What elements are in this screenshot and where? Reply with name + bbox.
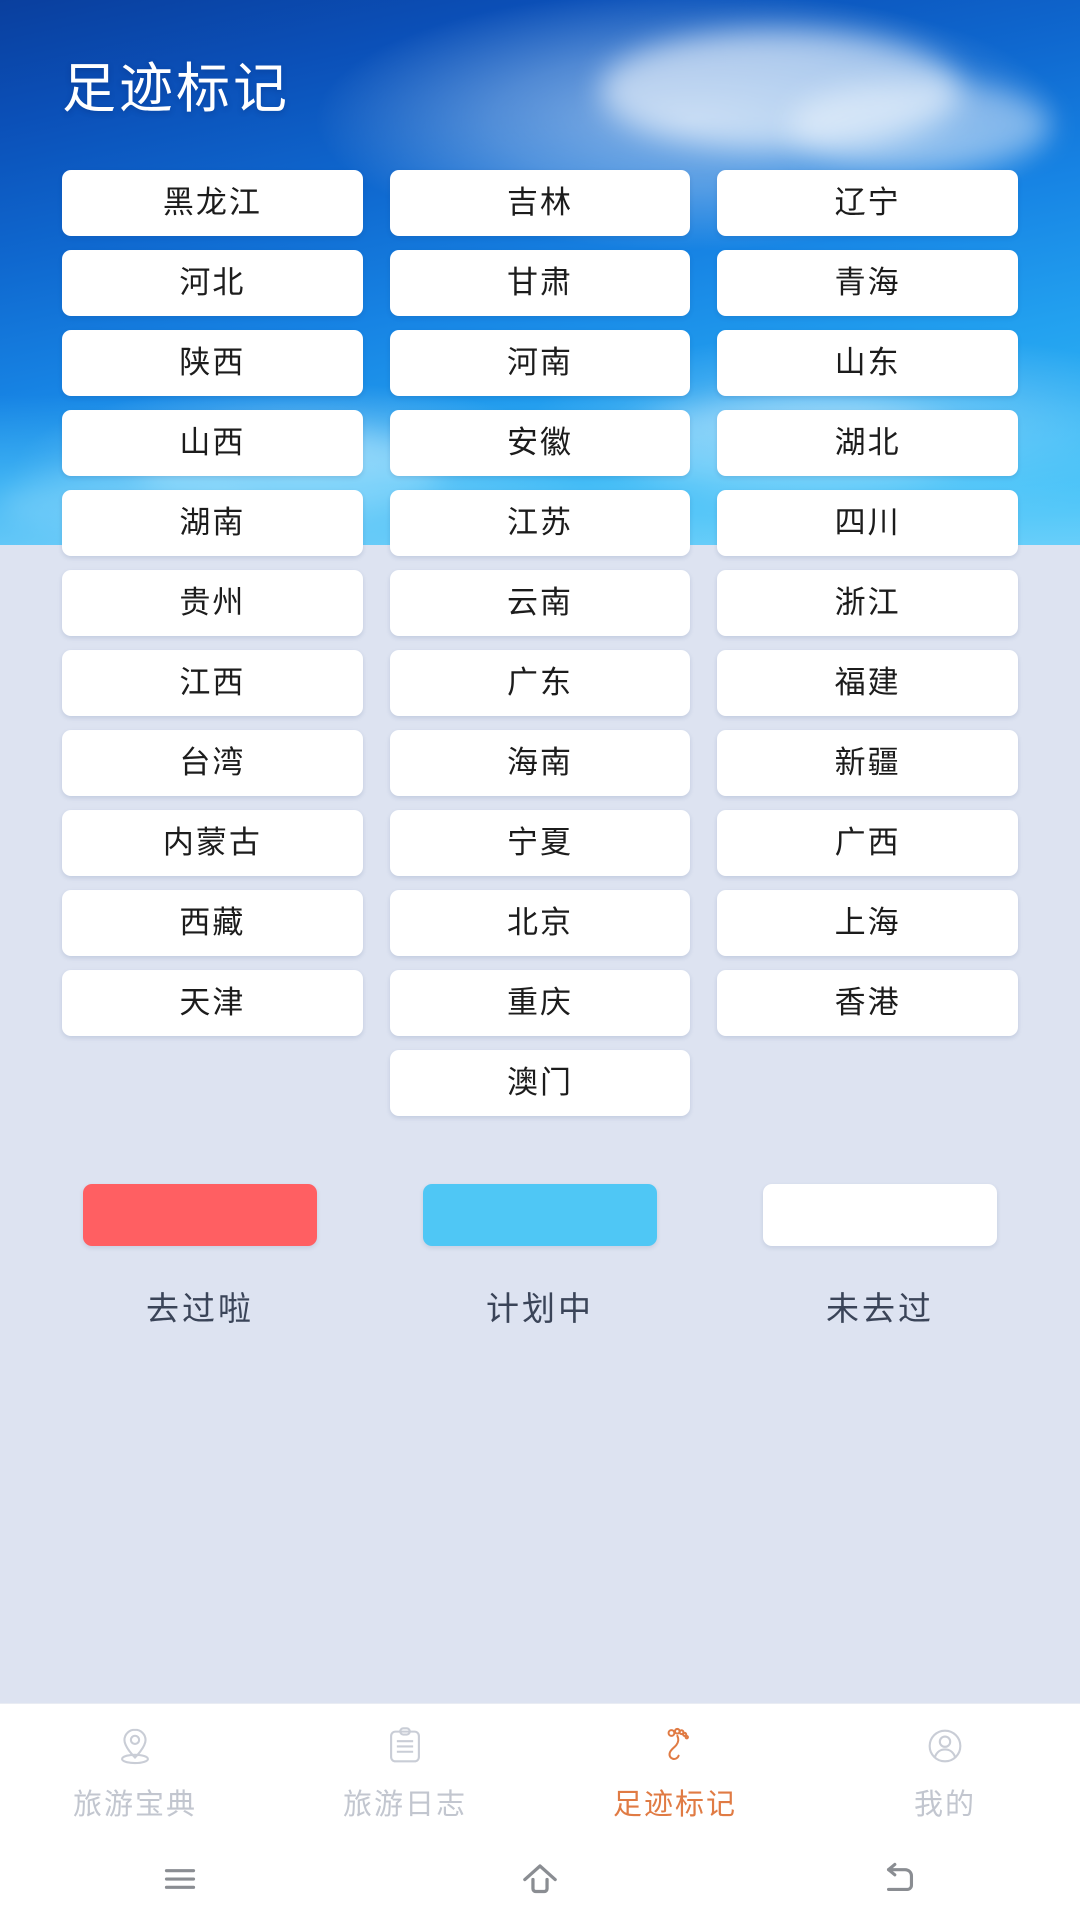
province-button[interactable]: 宁夏 (389, 809, 691, 876)
main-content: 足迹标记 黑龙江 吉林 辽宁河北 甘肃 青海陕西 河南 山东山西 安徽 湖北湖南 江苏 四川贵州 云南… (0, 0, 1080, 1703)
bottom-tab-bar: 旅游宝典 旅游日志 足迹标记 我的 (0, 1703, 1080, 1838)
province-button[interactable]: 北京 (389, 889, 691, 956)
app-root: 足迹标记 黑龙江 吉林 辽宁河北 甘肃 青海陕西 河南 山东山西 安徽 湖北湖南 江苏 四川贵州 云南… (0, 0, 1080, 1920)
clipboard-icon (379, 1720, 431, 1772)
legend-swatch (763, 1183, 997, 1246)
province-button[interactable]: 青海 (717, 249, 1018, 316)
province-button[interactable]: 黑龙江 (62, 169, 363, 236)
legend-item: 计划中 (370, 1183, 710, 1330)
legend-label: 未去过 (826, 1289, 934, 1327)
legend-swatch (83, 1183, 317, 1246)
province-button[interactable]: 河北 (62, 249, 363, 316)
legend-swatch (423, 1183, 657, 1246)
province-button[interactable]: 福建 (717, 649, 1018, 716)
tab-label: 足迹标记 (612, 1788, 737, 1821)
province-button[interactable]: 重庆 (389, 969, 691, 1036)
menu-icon[interactable] (0, 1838, 360, 1920)
province-button[interactable]: 吉林 (389, 169, 691, 236)
back-icon[interactable] (720, 1838, 1080, 1920)
province-button[interactable]: 内蒙古 (62, 809, 363, 876)
tab-label: 旅游日志 (342, 1788, 467, 1821)
province-button[interactable]: 香港 (717, 969, 1018, 1036)
tab-label: 我的 (913, 1788, 976, 1821)
province-button[interactable]: 西藏 (62, 889, 363, 956)
province-button[interactable]: 陕西 (62, 329, 363, 396)
footprint-icon (649, 1720, 701, 1772)
province-button[interactable]: 海南 (389, 729, 691, 796)
province-button[interactable]: 河南 (389, 329, 691, 396)
province-button[interactable]: 江西 (62, 649, 363, 716)
province-button[interactable]: 云南 (389, 569, 691, 636)
province-button[interactable]: 甘肃 (389, 249, 691, 316)
province-button[interactable]: 湖南 (62, 489, 363, 556)
tab-travel-journal[interactable]: 旅游日志 (270, 1704, 540, 1838)
location-pin-icon (109, 1720, 161, 1772)
tab-label: 旅游宝典 (72, 1788, 197, 1821)
legend-item: 去过啦 (30, 1183, 370, 1330)
province-button[interactable]: 江苏 (389, 489, 691, 556)
province-button[interactable]: 广西 (717, 809, 1018, 876)
province-button[interactable]: 新疆 (717, 729, 1018, 796)
legend-label: 去过啦 (146, 1289, 254, 1327)
legend-item: 未去过 (710, 1183, 1050, 1330)
province-grid: 黑龙江 吉林 辽宁 河北 甘肃 青海 陕西 河南 山东 山西 安徽 湖北 湖南 江苏 四川 贵州 云南 浙江 江西广… (0, 169, 1080, 1116)
province-button[interactable]: 上海 (717, 889, 1018, 956)
user-circle-icon (919, 1720, 971, 1772)
province-button[interactable]: 浙江 (717, 569, 1018, 636)
province-button[interactable]: 澳门 (389, 1049, 691, 1116)
province-button[interactable]: 广东 (389, 649, 691, 716)
province-button[interactable]: 山东 (717, 329, 1018, 396)
province-button[interactable]: 安徽 (389, 409, 691, 476)
home-icon[interactable] (360, 1838, 720, 1920)
province-button[interactable]: 贵州 (62, 569, 363, 636)
province-button[interactable]: 山西 (62, 409, 363, 476)
tab-profile[interactable]: 我的 (810, 1704, 1080, 1838)
province-button[interactable]: 四川 (717, 489, 1018, 556)
tab-travel-guide[interactable]: 旅游宝典 (0, 1704, 270, 1838)
tab-footprint-marks[interactable]: 足迹标记 (540, 1704, 810, 1838)
province-button[interactable]: 天津 (62, 969, 363, 1036)
legend-label: 计划中 (486, 1289, 594, 1327)
page-title: 足迹标记 (62, 59, 290, 119)
province-button[interactable]: 台湾 (62, 729, 363, 796)
province-button[interactable]: 湖北 (717, 409, 1018, 476)
legend: 去过啦 计划中 未去过 (0, 1183, 1080, 1330)
system-navigation-bar (0, 1838, 1080, 1920)
province-button[interactable]: 辽宁 (717, 169, 1018, 236)
